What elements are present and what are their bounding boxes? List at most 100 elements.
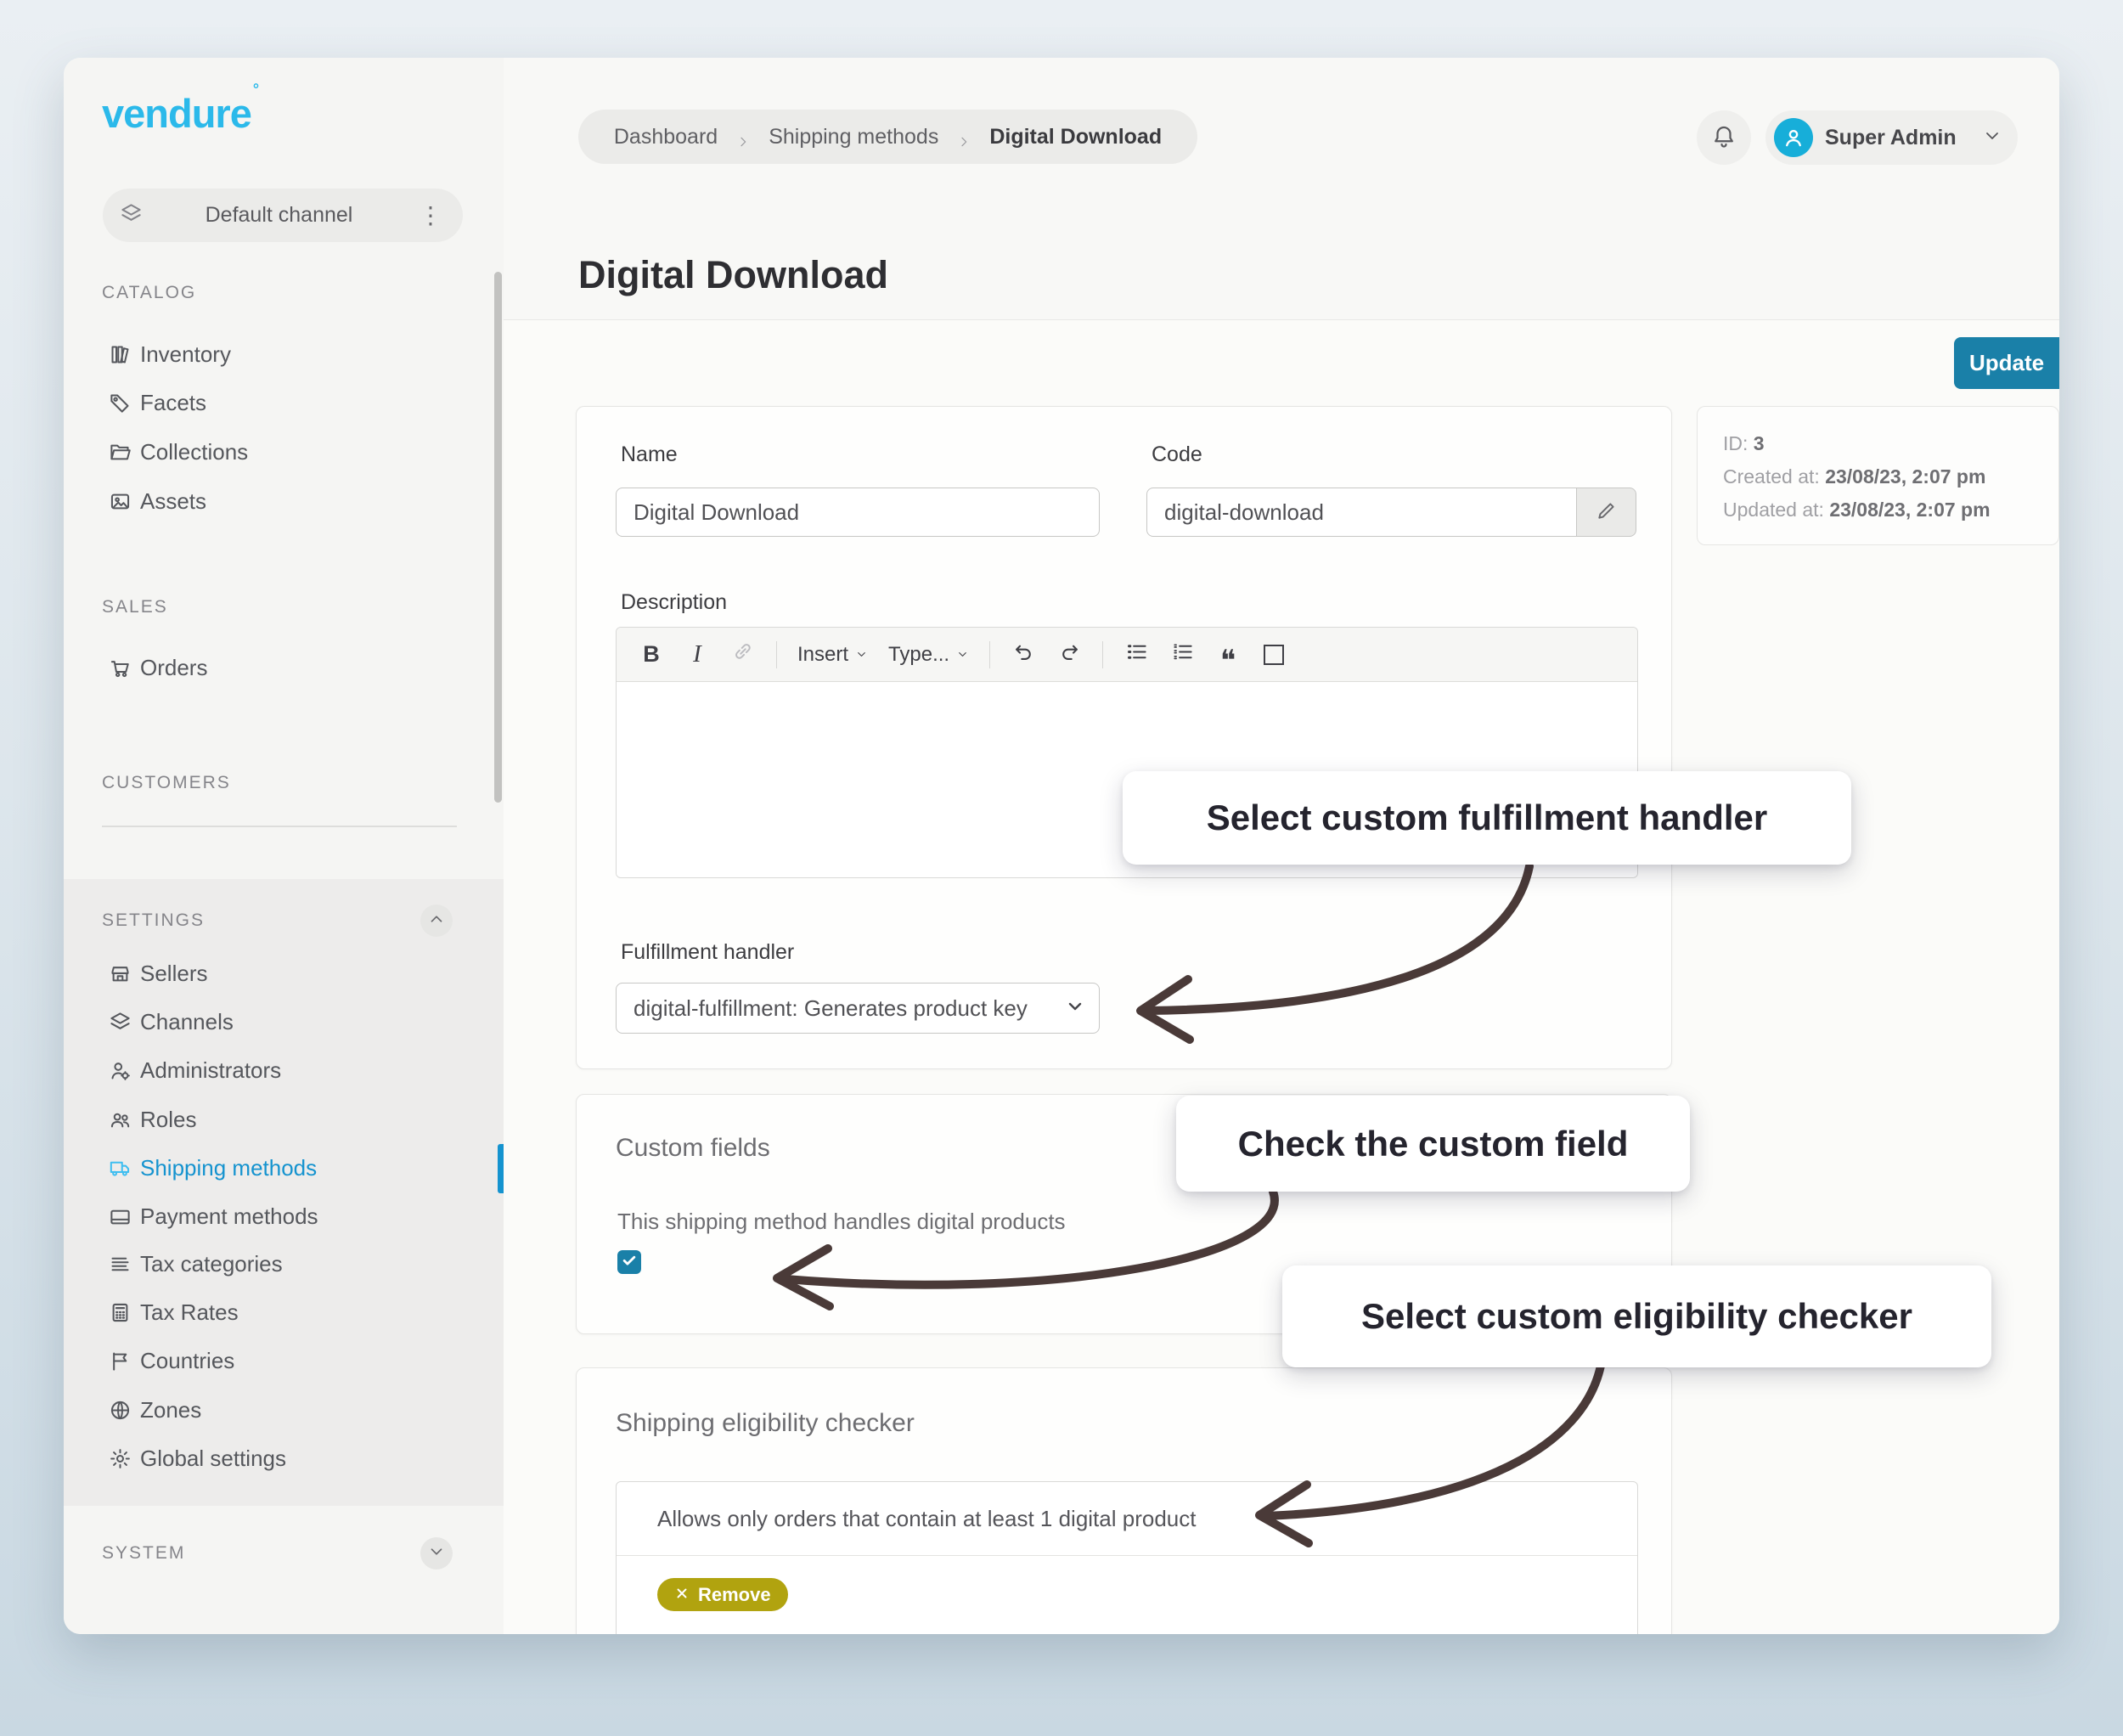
layers-icon bbox=[120, 202, 143, 229]
pencil-icon bbox=[1596, 499, 1618, 526]
settings-collapse-button[interactable] bbox=[420, 905, 453, 937]
sidebar-item-payment-methods[interactable]: Payment methods bbox=[64, 1192, 504, 1241]
details-card: Name Code Description B I bbox=[576, 406, 1672, 1069]
sidebar-item-facets[interactable]: Facets bbox=[64, 379, 504, 427]
sidebar-item-orders[interactable]: Orders bbox=[64, 644, 504, 692]
breadcrumb-shipping-methods[interactable]: Shipping methods bbox=[769, 125, 938, 149]
breadcrumb-dashboard[interactable]: Dashboard bbox=[614, 125, 718, 149]
user-name: Super Admin bbox=[1825, 126, 1970, 150]
sidebar-divider bbox=[102, 826, 457, 827]
sidebar-item-channels[interactable]: Channels bbox=[64, 998, 504, 1046]
code-input-group bbox=[1146, 488, 1636, 537]
callout-custom-field: Check the custom field bbox=[1176, 1096, 1690, 1192]
layers-icon bbox=[109, 1011, 132, 1034]
link-button[interactable] bbox=[730, 638, 756, 672]
updated-at-label: Updated at: bbox=[1723, 499, 1824, 521]
close-icon bbox=[674, 1584, 690, 1606]
insert-menu-button[interactable]: Insert bbox=[797, 643, 868, 667]
sidebar-item-sellers[interactable]: Sellers bbox=[64, 950, 504, 998]
sidebar: vendure° Default channel ⋮ CATALOG SALES… bbox=[64, 58, 504, 1634]
fulfillment-handler-select[interactable]: digital-fulfillment: Generates product k… bbox=[616, 983, 1100, 1034]
id-value: 3 bbox=[1754, 432, 1765, 454]
chevron-down-icon bbox=[855, 648, 868, 661]
chevron-down-icon bbox=[427, 1542, 446, 1565]
code-input[interactable] bbox=[1146, 488, 1577, 537]
admin-icon bbox=[109, 1059, 132, 1082]
sidebar-item-collections[interactable]: Collections bbox=[64, 428, 504, 476]
check-icon bbox=[621, 1252, 638, 1273]
sidebar-item-tax-rates[interactable]: Tax Rates bbox=[64, 1288, 504, 1337]
sidebar-item-inventory[interactable]: Inventory bbox=[64, 330, 504, 379]
redo-button[interactable] bbox=[1056, 638, 1082, 672]
html-block-icon bbox=[1264, 645, 1284, 665]
description-label: Description bbox=[621, 590, 727, 615]
section-header-system: SYSTEM bbox=[102, 1543, 185, 1564]
checker-actions-row: Remove bbox=[617, 1556, 1637, 1634]
digital-products-checkbox-label: This shipping method handles digital pro… bbox=[617, 1209, 1066, 1235]
callout-fulfillment-handler: Select custom fulfillment handler bbox=[1123, 771, 1851, 865]
user-menu[interactable]: Super Admin bbox=[1765, 110, 2018, 165]
undo-button[interactable] bbox=[1011, 638, 1036, 672]
vendure-logo: vendure° bbox=[102, 90, 256, 137]
channel-selector[interactable]: Default channel ⋮ bbox=[103, 189, 463, 242]
eligibility-heading: Shipping eligibility checker bbox=[616, 1409, 915, 1438]
bullet-list-icon bbox=[1125, 640, 1148, 669]
remove-checker-button[interactable]: Remove bbox=[657, 1578, 788, 1611]
eligibility-checker-card: Shipping eligibility checker Allows only… bbox=[576, 1367, 1672, 1634]
kebab-menu-icon[interactable]: ⋮ bbox=[415, 204, 446, 228]
section-header-catalog: CATALOG bbox=[102, 283, 196, 303]
card-icon bbox=[109, 1205, 132, 1228]
blockquote-button[interactable]: ❝ bbox=[1215, 632, 1241, 678]
admin-app-panel: vendure° Default channel ⋮ CATALOG SALES… bbox=[64, 58, 2059, 1634]
sidebar-item-assets[interactable]: Assets bbox=[64, 477, 504, 526]
created-at-label: Created at: bbox=[1723, 465, 1820, 488]
name-input[interactable] bbox=[616, 488, 1100, 537]
system-expand-button[interactable] bbox=[420, 1537, 453, 1570]
books-icon bbox=[109, 343, 132, 366]
link-icon bbox=[732, 640, 754, 668]
fulfillment-handler-label: Fulfillment handler bbox=[621, 940, 794, 965]
undo-icon bbox=[1012, 640, 1035, 669]
store-icon bbox=[109, 962, 132, 985]
update-button[interactable]: Update bbox=[1954, 337, 2059, 389]
roles-icon bbox=[109, 1108, 132, 1131]
entity-meta-panel: ID: 3 Created at: 23/08/23, 2:07 pm Upda… bbox=[1697, 406, 2059, 545]
type-menu-button[interactable]: Type... bbox=[888, 643, 969, 667]
digital-products-checkbox[interactable] bbox=[617, 1250, 641, 1274]
bell-icon bbox=[1711, 123, 1737, 153]
ordered-list-button[interactable] bbox=[1169, 638, 1195, 672]
page-title: Digital Download bbox=[578, 253, 888, 297]
sidebar-item-global-settings[interactable]: Global settings bbox=[64, 1434, 504, 1483]
checker-description-row: Allows only orders that contain at least… bbox=[617, 1482, 1637, 1556]
editor-toolbar: B I Insert Type... bbox=[617, 628, 1637, 682]
sidebar-item-tax-categories[interactable]: Tax categories bbox=[64, 1240, 504, 1288]
sidebar-item-administrators[interactable]: Administrators bbox=[64, 1046, 504, 1095]
edit-code-button[interactable] bbox=[1577, 488, 1636, 537]
callout-eligibility-checker: Select custom eligibility checker bbox=[1282, 1265, 1991, 1367]
sidebar-item-shipping-methods[interactable]: Shipping methods bbox=[64, 1144, 504, 1192]
chevron-down-icon bbox=[956, 648, 969, 661]
breadcrumb: Dashboard Shipping methods Digital Downl… bbox=[578, 110, 1197, 164]
redo-icon bbox=[1058, 640, 1081, 669]
sidebar-item-roles[interactable]: Roles bbox=[64, 1096, 504, 1144]
sidebar-item-zones[interactable]: Zones bbox=[64, 1386, 504, 1434]
italic-button[interactable]: I bbox=[684, 638, 710, 672]
section-header-sales: SALES bbox=[102, 597, 168, 617]
sidebar-item-countries[interactable]: Countries bbox=[64, 1337, 504, 1385]
gear-icon bbox=[109, 1447, 132, 1470]
chevron-up-icon bbox=[427, 910, 446, 933]
bullet-list-button[interactable] bbox=[1123, 638, 1149, 672]
id-label: ID: bbox=[1723, 432, 1748, 454]
toolbar-separator bbox=[1102, 641, 1103, 668]
html-block-button[interactable] bbox=[1261, 638, 1287, 672]
ordered-list-icon bbox=[1171, 640, 1194, 669]
created-at-value: 23/08/23, 2:07 pm bbox=[1825, 465, 1985, 488]
notifications-button[interactable] bbox=[1697, 110, 1751, 165]
cart-icon bbox=[109, 657, 132, 679]
breadcrumb-current: Digital Download bbox=[989, 125, 1162, 149]
section-header-customers: CUSTOMERS bbox=[102, 773, 231, 793]
chevron-right-icon bbox=[957, 130, 971, 144]
bold-button[interactable]: B bbox=[639, 638, 664, 672]
flag-icon bbox=[109, 1350, 132, 1372]
chevron-down-icon bbox=[1065, 996, 1085, 1021]
